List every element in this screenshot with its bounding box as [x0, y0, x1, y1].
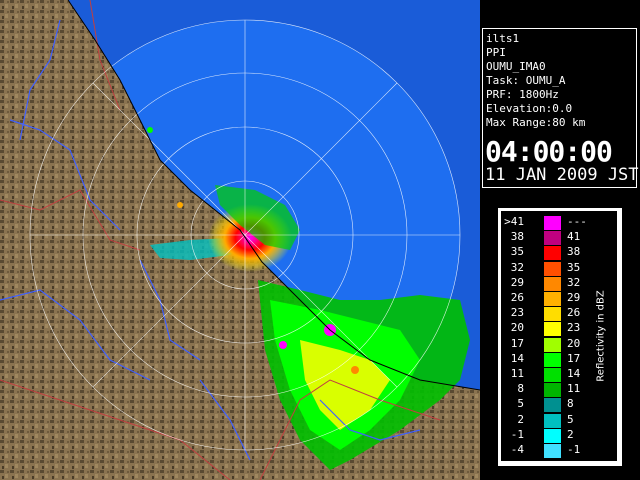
- legend-color-swatch: [544, 231, 561, 246]
- legend-color-swatch: [544, 292, 561, 306]
- range-rings: [29, 19, 461, 451]
- precip-cell: [351, 366, 359, 374]
- legend-row: 38 41: [501, 229, 601, 246]
- legend-low-value: >41: [504, 215, 524, 228]
- radar-info-panel: ilts1 PPI OUMU_IMA0 Task: OUMU_A PRF: 18…: [482, 28, 639, 188]
- legend-low-value: 20: [510, 321, 524, 335]
- legend-high-value: 8: [567, 397, 574, 411]
- legend-low-value: 5: [517, 397, 524, 411]
- precip-cell: [177, 202, 183, 208]
- legend-color-swatch: [544, 246, 561, 261]
- legend-low-value: 38: [510, 230, 524, 244]
- legend-color-swatch: [544, 261, 561, 276]
- legend-caption: Reflectivity in dBZ: [595, 290, 607, 382]
- legend-color-swatch: [544, 428, 561, 443]
- legend-row: 23 26: [501, 305, 601, 322]
- legend-row: -4 -1: [501, 442, 601, 458]
- precip-cell: [147, 127, 153, 133]
- product-name: OUMU_IMA0: [486, 60, 546, 73]
- legend-color-swatch: [544, 276, 561, 291]
- legend-row: -1 2: [501, 427, 601, 443]
- legend-low-value: 14: [510, 351, 524, 365]
- legend-color-swatch: [544, 383, 561, 398]
- scan-mode: PPI: [486, 46, 506, 59]
- legend-low-value: 17: [510, 336, 524, 350]
- legend-low-value: 2: [517, 412, 524, 426]
- prf-value: PRF: 1800Hz: [486, 88, 559, 101]
- legend-row: 17 20: [501, 336, 601, 352]
- precip-cell: [279, 341, 287, 349]
- legend-color-swatch: [544, 398, 561, 413]
- legend-row: >41 ---: [501, 214, 601, 230]
- scan-time: 04:00:00: [485, 135, 613, 168]
- legend-color-swatch: [544, 337, 561, 352]
- task-name: Task: OUMU_A: [486, 74, 566, 87]
- legend-high-value: 5: [567, 412, 574, 426]
- legend-row: 11 14: [501, 366, 601, 382]
- legend-color-swatch: [544, 322, 561, 337]
- legend-high-value: -1: [567, 443, 581, 456]
- legend-row: 58: [501, 396, 601, 413]
- legend-color-swatch: [544, 444, 561, 458]
- legend-row: 20 23: [501, 320, 601, 337]
- legend-row: 32 35: [501, 260, 601, 276]
- legend-high-value: 2: [567, 427, 574, 441]
- legend-color-swatch: [544, 352, 561, 367]
- legend-low-value: 29: [510, 275, 524, 289]
- legend-color-swatch: [544, 413, 561, 428]
- legend-high-value: 35: [567, 260, 581, 274]
- legend-high-value: 38: [567, 245, 581, 259]
- legend-row: 35 38: [501, 244, 601, 261]
- legend-row: 26 29: [501, 290, 601, 306]
- legend-low-value: -1: [510, 427, 524, 441]
- legend-low-value: 8: [517, 382, 524, 396]
- legend-low-value: 35: [510, 245, 524, 259]
- legend-high-value: 32: [567, 275, 581, 289]
- legend-low-value: -4: [510, 443, 524, 456]
- legend-row: 8 11: [501, 381, 601, 398]
- legend-row: 29 32: [501, 275, 601, 291]
- legend-low-value: 23: [510, 306, 524, 320]
- legend-row: 25: [501, 412, 601, 428]
- legend-low-value: 32: [510, 260, 524, 274]
- legend-high-value: 11: [567, 382, 581, 396]
- scan-date: 11 JAN 2009 JST: [485, 165, 639, 185]
- legend-color-swatch: [544, 307, 561, 322]
- legend-color-swatch: [544, 216, 561, 230]
- radar-ppi-map: [0, 0, 480, 480]
- legend-high-value: ---: [567, 215, 587, 228]
- elevation-value: Elevation:0.0: [486, 102, 573, 115]
- radar-site-id: ilts1: [486, 32, 520, 45]
- reflectivity-legend: >41 --- 38 41 35 38 32 35 29 32 26 29 23 26 20 23 17 20 14…: [498, 208, 622, 466]
- legend-body: >41 --- 38 41 35 38 32 35 29 32 26 29 23 26 20 23 17 20 14…: [501, 211, 617, 461]
- max-range-value: Max Range:80 km: [486, 116, 586, 129]
- legend-row: 14 17: [501, 351, 601, 367]
- legend-high-value: 41: [567, 230, 581, 244]
- legend-low-value: 26: [510, 291, 524, 304]
- legend-low-value: 11: [510, 367, 524, 380]
- legend-color-swatch: [544, 368, 561, 382]
